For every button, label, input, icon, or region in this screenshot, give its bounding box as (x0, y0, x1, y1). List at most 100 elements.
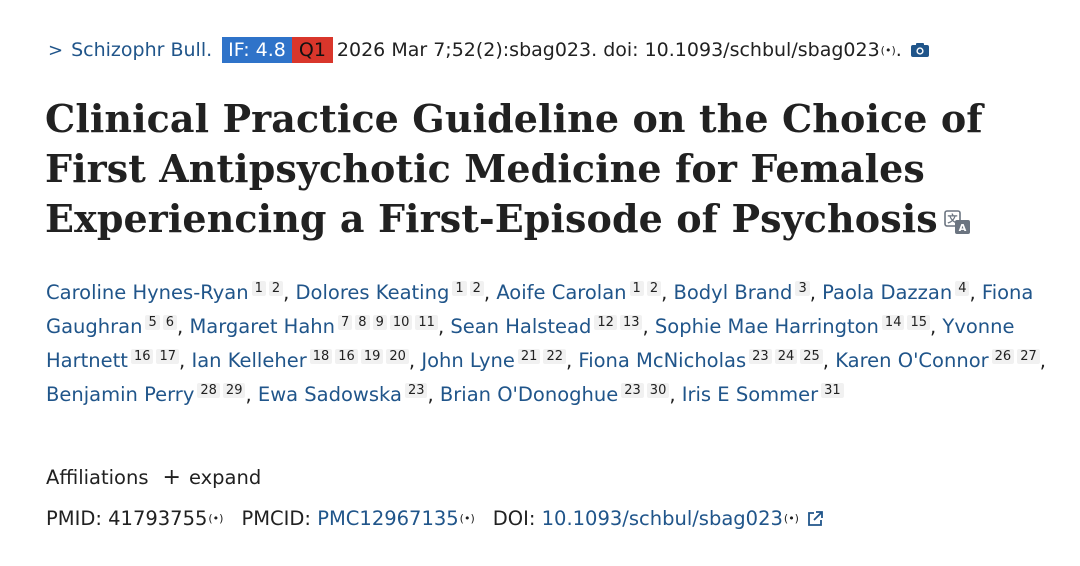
affiliation-ref[interactable]: 18 (309, 349, 333, 364)
broadcast-icon[interactable]: (•) (208, 512, 223, 525)
author-link[interactable]: Margaret Hahn (189, 315, 335, 338)
author-link[interactable]: Sophie Mae Harrington (655, 315, 879, 338)
affiliation-ref[interactable]: 24 (774, 349, 798, 364)
author-list: Caroline Hynes-Ryan 1 2, Dolores Keating 1 2… (46, 276, 1056, 412)
svg-text:A: A (958, 223, 966, 234)
author-entry: Margaret Hahn 7 8 9 10 11, (189, 315, 451, 338)
quartile-badge: Q1 (291, 37, 333, 63)
article-title: Clinical Practice Guideline on the Choic… (45, 94, 1055, 244)
affiliation-ref[interactable]: 13 (619, 315, 643, 330)
author-link[interactable]: Ian Kelleher (191, 349, 306, 372)
affiliation-ref[interactable]: 8 (355, 315, 370, 330)
affiliation-ref[interactable]: 4 (955, 281, 970, 296)
affiliation-ref[interactable]: 30 (646, 383, 670, 398)
author-entry: Benjamin Perry 28 29, (46, 383, 258, 406)
author-link[interactable]: Iris E Sommer (682, 383, 818, 406)
translate-icon[interactable]: 文 A (943, 209, 972, 236)
author-link[interactable]: Benjamin Perry (46, 383, 194, 406)
author-entry: Ian Kelleher 18 16 19 20, (191, 349, 422, 372)
affiliation-ref[interactable]: 20 (386, 349, 409, 364)
affiliation-ref[interactable]: 2 (469, 281, 484, 296)
affiliation-ref[interactable]: 1 (629, 281, 644, 296)
journal-link[interactable]: Schizophr Bull. (71, 39, 212, 61)
affiliation-ref[interactable]: 11 (415, 315, 438, 330)
identifiers-row: PMID: 41793755 (•) PMCID: PMC12967135 (•) … (46, 507, 823, 530)
affiliation-ref[interactable]: 15 (907, 315, 931, 330)
pmid-value: 41793755 (108, 507, 208, 530)
affiliation-ref[interactable]: 26 (991, 349, 1015, 364)
affiliation-ref[interactable]: 23 (404, 383, 428, 398)
external-link-icon[interactable] (807, 510, 823, 527)
broadcast-icon[interactable]: (•) (881, 44, 896, 57)
affiliations-label: Affiliations (46, 466, 149, 489)
broadcast-icon[interactable]: (•) (784, 512, 799, 525)
citation-text: 2026 Mar 7;52(2):sbag023. doi: 10.1093/s… (336, 39, 880, 61)
affiliation-ref[interactable]: 23 (621, 383, 644, 398)
affiliation-ref[interactable]: 19 (360, 349, 384, 364)
pmcid-link[interactable]: PMC12967135 (317, 507, 458, 530)
pmid-label: PMID: (46, 507, 102, 530)
author-entry: Karen O'Connor 26 27, (835, 349, 1046, 372)
doi-link[interactable]: 10.1093/schbul/sbag023 (542, 507, 783, 530)
article-header: > Schizophr Bull. IF: 4.8 Q1 2026 Mar 7;… (0, 0, 1080, 566)
author-entry: Sophie Mae Harrington 14 15, (654, 315, 943, 338)
author-entry: Sean Halstead 12 13, (450, 315, 655, 338)
plus-icon[interactable]: + (163, 466, 181, 489)
affiliation-ref[interactable]: 31 (821, 383, 844, 398)
chevron-right-icon[interactable]: > (48, 40, 63, 61)
affiliation-ref[interactable]: 29 (222, 383, 246, 398)
author-link[interactable]: Aoife Carolan (496, 281, 626, 304)
affiliation-ref[interactable]: 9 (372, 315, 387, 330)
author-entry: Bodyl Brand 3, (673, 281, 823, 304)
affiliation-ref[interactable]: 1 (251, 281, 266, 296)
author-entry: Fiona McNicholas 23 24 25, (578, 349, 836, 372)
affiliation-ref[interactable]: 2 (646, 281, 662, 296)
affiliation-ref[interactable]: 6 (162, 315, 178, 330)
author-link[interactable]: Dolores Keating (296, 281, 450, 304)
citation-line: > Schizophr Bull. IF: 4.8 Q1 2026 Mar 7;… (48, 37, 930, 63)
affiliation-ref[interactable]: 12 (594, 315, 617, 330)
author-entry: John Lyne 21 22, (421, 349, 579, 372)
author-link[interactable]: Brian O'Donoghue (440, 383, 618, 406)
affiliation-ref[interactable]: 16 (130, 349, 154, 364)
pmcid-label: PMCID: (241, 507, 312, 530)
author-link[interactable]: Sean Halstead (450, 315, 591, 338)
author-link[interactable]: Karen O'Connor (835, 349, 988, 372)
author-link[interactable]: Paola Dazzan (822, 281, 952, 304)
author-entry: Dolores Keating 1 2, (295, 281, 497, 304)
author-link[interactable]: Ewa Sadowska (258, 383, 402, 406)
author-link[interactable]: Bodyl Brand (674, 281, 793, 304)
affiliation-ref[interactable]: 27 (1017, 349, 1040, 364)
author-link[interactable]: Fiona McNicholas (578, 349, 746, 372)
affiliation-ref[interactable]: 16 (335, 349, 358, 364)
author-entry: Iris E Sommer 31 (682, 383, 844, 406)
affiliation-ref[interactable]: 5 (145, 315, 160, 330)
author-entry: Paola Dazzan 4, (822, 281, 982, 304)
affiliation-ref[interactable]: 23 (749, 349, 772, 364)
author-link[interactable]: John Lyne (421, 349, 515, 372)
affiliation-ref[interactable]: 3 (795, 281, 810, 296)
author-entry: Ewa Sadowska 23, (257, 383, 440, 406)
affiliation-ref[interactable]: 17 (156, 349, 180, 364)
author-entry: Aoife Carolan 1 2, (496, 281, 674, 304)
affiliation-ref[interactable]: 2 (268, 281, 284, 296)
author-entry: Brian O'Donoghue 23 30, (439, 383, 682, 406)
affiliation-ref[interactable]: 21 (517, 349, 541, 364)
affiliations-row: Affiliations + expand (46, 466, 261, 489)
affiliation-ref[interactable]: 14 (881, 315, 905, 330)
affiliation-ref[interactable]: 22 (543, 349, 566, 364)
author-entry: Caroline Hynes-Ryan 1 2, (46, 281, 296, 304)
affiliation-ref[interactable]: 7 (338, 315, 353, 330)
affiliations-expand-button[interactable]: expand (189, 466, 261, 489)
article-title-text: Clinical Practice Guideline on the Choic… (45, 96, 983, 241)
camera-icon[interactable] (910, 42, 930, 58)
affiliation-ref[interactable]: 10 (389, 315, 413, 330)
author-link[interactable]: Caroline Hynes-Ryan (46, 281, 249, 304)
impact-factor-badge: IF: 4.8 (222, 37, 292, 63)
doi-label: DOI: (492, 507, 536, 530)
affiliation-ref[interactable]: 1 (452, 281, 467, 296)
affiliation-ref[interactable]: 28 (197, 383, 220, 398)
citation-period: . (895, 39, 902, 61)
affiliation-ref[interactable]: 25 (800, 349, 823, 364)
broadcast-icon[interactable]: (•) (460, 512, 475, 525)
